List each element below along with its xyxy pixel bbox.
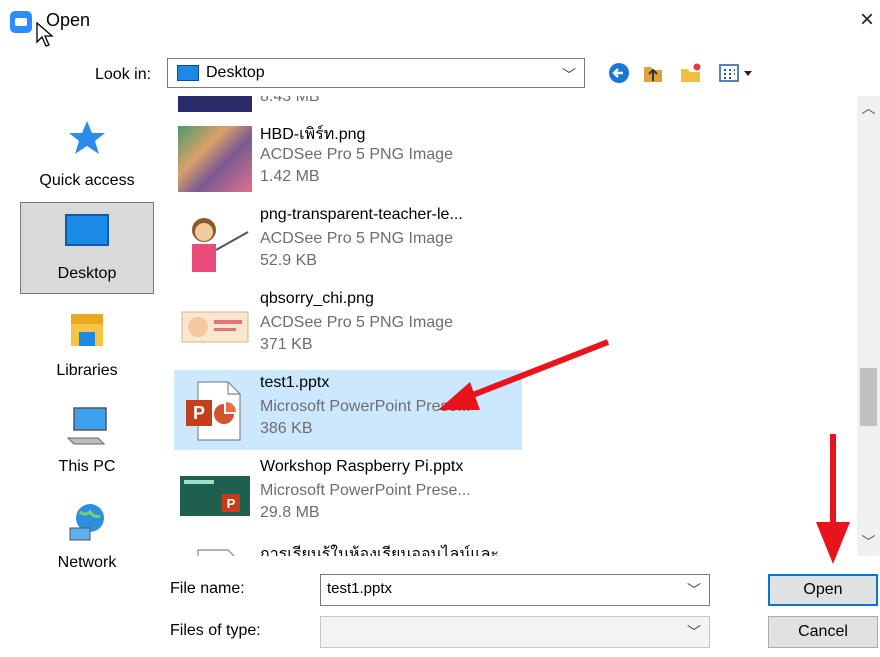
file-type: ACDSee Pro 5 PNG Image: [260, 146, 453, 163]
file-item[interactable]: P Workshop Raspberry Pi.pptx Microsoft P…: [174, 454, 522, 534]
file-name: png-transparent-teacher-le...: [260, 206, 463, 223]
place-this-pc[interactable]: This PC: [20, 394, 154, 486]
svg-text:P: P: [227, 496, 236, 511]
place-libraries[interactable]: Libraries: [20, 298, 154, 390]
open-dialog: Open × Look in: Desktop ﹀ Quick access D…: [0, 0, 880, 657]
file-item[interactable]: png-transparent-teacher-le... ACDSee Pro…: [174, 202, 522, 282]
file-size: 29.8 MB: [260, 504, 320, 521]
files-of-type-dropdown[interactable]: ﹀: [320, 616, 710, 648]
file-size: 8.43 MB: [260, 96, 320, 105]
file-item[interactable]: HBD-เพิร์ท.png ACDSee Pro 5 PNG Image 1.…: [174, 118, 522, 198]
place-label: Quick access: [39, 172, 135, 189]
file-type: ACDSee Pro 5 PNG Image: [260, 314, 453, 331]
network-icon: [69, 504, 104, 541]
file-thumbnail: [178, 126, 252, 192]
file-item[interactable]: qbsorry_chi.png ACDSee Pro 5 PNG Image 3…: [174, 286, 522, 366]
file-size: 1.42 MB: [260, 168, 320, 185]
up-folder-button[interactable]: [640, 61, 666, 85]
file-thumbnail: P: [180, 476, 250, 516]
scroll-down-icon[interactable]: ﹀: [857, 532, 880, 552]
place-network[interactable]: Network: [20, 490, 154, 582]
place-label: This PC: [58, 458, 116, 475]
file-type: Microsoft PowerPoint Prese...: [260, 398, 471, 415]
quick-access-star-icon: [69, 121, 105, 154]
chevron-down-icon: ﹀: [562, 67, 576, 83]
place-desktop[interactable]: Desktop: [20, 202, 154, 294]
file-name-input[interactable]: test1.pptx ﹀: [320, 574, 710, 606]
file-name-label: File name:: [170, 580, 245, 597]
look-in-value: Desktop: [206, 64, 265, 81]
file-thumbnail: [178, 96, 252, 112]
mouse-cursor-icon: [36, 22, 54, 47]
file-item[interactable]: การเรียนรู้ในห้องเรียนออนไลน์และ: [174, 538, 522, 556]
look-in-dropdown[interactable]: Desktop ﹀: [167, 58, 585, 88]
chevron-down-icon: ﹀: [687, 624, 701, 640]
desktop-icon: [65, 214, 109, 246]
place-label: Desktop: [57, 265, 117, 282]
file-size: 386 KB: [260, 420, 313, 437]
desktop-folder-icon: [177, 65, 199, 81]
place-label: Network: [57, 554, 117, 571]
this-pc-icon: [66, 407, 107, 445]
file-type: ACDSee Pro 5 PNG Image: [260, 230, 453, 247]
svg-text:P: P: [193, 403, 205, 423]
view-menu-button[interactable]: [716, 61, 760, 85]
powerpoint-file-icon: P: [186, 381, 241, 441]
file-name: การเรียนรู้ในห้องเรียนออนไลน์และ: [260, 546, 499, 556]
title-bar: Open ×: [0, 0, 880, 47]
file-size: 52.9 KB: [260, 252, 317, 269]
cancel-button[interactable]: Cancel: [768, 616, 878, 648]
open-button[interactable]: Open: [768, 574, 878, 606]
file-list-scrollbar[interactable]: ︿ ﹀: [857, 96, 880, 556]
file-name: qbsorry_chi.png: [260, 290, 374, 307]
files-of-type-label: Files of type:: [170, 622, 261, 639]
file-list: 8.43 MB HBD-เพิร์ท.png ACDSee Pro 5 PNG …: [166, 96, 880, 556]
file-name: HBD-เพิร์ท.png: [260, 126, 366, 143]
file-thumbnail: [178, 210, 252, 276]
file-thumbnail: [181, 311, 249, 343]
libraries-icon: [71, 314, 103, 346]
file-icon: [197, 549, 235, 556]
place-quick-access[interactable]: Quick access: [20, 108, 154, 200]
back-button[interactable]: [606, 61, 632, 85]
file-item[interactable]: 8.43 MB: [174, 96, 522, 118]
chevron-down-icon: ﹀: [687, 582, 701, 598]
scroll-up-icon[interactable]: ︿: [857, 98, 880, 118]
file-name: test1.pptx: [260, 374, 330, 391]
file-name: Workshop Raspberry Pi.pptx: [260, 458, 464, 475]
new-folder-button[interactable]: [678, 61, 704, 85]
file-type: Microsoft PowerPoint Prese...: [260, 482, 471, 499]
file-name-value: test1.pptx: [327, 580, 393, 597]
look-in-label: Look in:: [95, 66, 152, 83]
places-bar: Quick access Desktop Libraries This PC N…: [8, 94, 160, 650]
zoom-app-icon: [10, 11, 32, 33]
close-button[interactable]: ×: [854, 8, 880, 34]
scroll-thumb[interactable]: [860, 368, 877, 426]
file-size: 371 KB: [260, 336, 313, 353]
place-label: Libraries: [56, 362, 118, 379]
file-item-selected[interactable]: P test1.pptx Microsoft PowerPoint Prese.…: [174, 370, 522, 450]
